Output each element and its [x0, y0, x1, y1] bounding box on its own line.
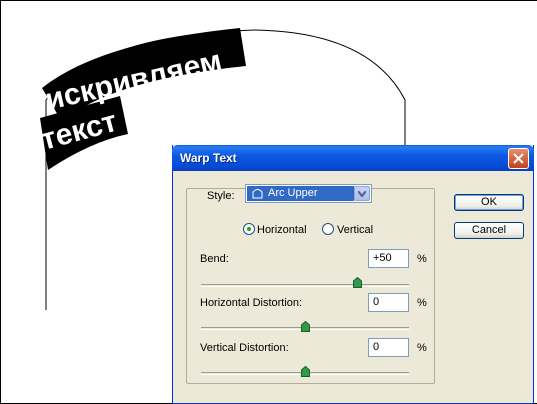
horizontal-radio-label[interactable]: Horizontal	[257, 224, 307, 236]
bend-label: Bend:	[200, 253, 229, 265]
warp-text-dialog: Warp Text Style: Arc Upper Horizontal Ve…	[172, 145, 534, 404]
dropdown-arrow-icon	[358, 191, 366, 197]
cancel-button[interactable]: Cancel	[454, 222, 524, 239]
slider-thumb-icon[interactable]	[352, 277, 362, 288]
bend-input[interactable]: +50	[368, 249, 409, 268]
ok-button[interactable]: OK	[454, 194, 524, 211]
horizontal-radio[interactable]	[243, 223, 255, 235]
horizontal-distortion-percent-label: %	[417, 297, 427, 309]
slider-thumb-icon[interactable]	[300, 321, 310, 332]
style-select[interactable]: Arc Upper	[245, 184, 372, 203]
vertical-distortion-input[interactable]: 0	[368, 338, 409, 357]
style-selected-value: Arc Upper	[247, 186, 354, 201]
close-icon	[513, 153, 524, 164]
horizontal-distortion-label: Horizontal Distortion:	[200, 297, 303, 309]
style-dropdown-button[interactable]	[354, 186, 370, 201]
style-label: Style:	[207, 190, 235, 202]
dialog-title: Warp Text	[180, 151, 237, 165]
bend-slider-track[interactable]	[201, 284, 409, 287]
slider-thumb-icon[interactable]	[300, 366, 310, 377]
horizontal-distortion-input[interactable]: 0	[368, 293, 409, 312]
style-value-text: Arc Upper	[268, 187, 318, 199]
arc-upper-icon	[252, 189, 263, 199]
dialog-titlebar[interactable]: Warp Text	[172, 145, 534, 171]
vertical-radio[interactable]	[322, 223, 334, 235]
radio-selected-dot	[247, 227, 251, 231]
vertical-radio-label[interactable]: Vertical	[337, 224, 373, 236]
bend-percent-label: %	[417, 253, 427, 265]
vertical-distortion-percent-label: %	[417, 342, 427, 354]
close-button[interactable]	[508, 148, 529, 169]
vertical-distortion-label: Vertical Distortion:	[200, 342, 289, 354]
